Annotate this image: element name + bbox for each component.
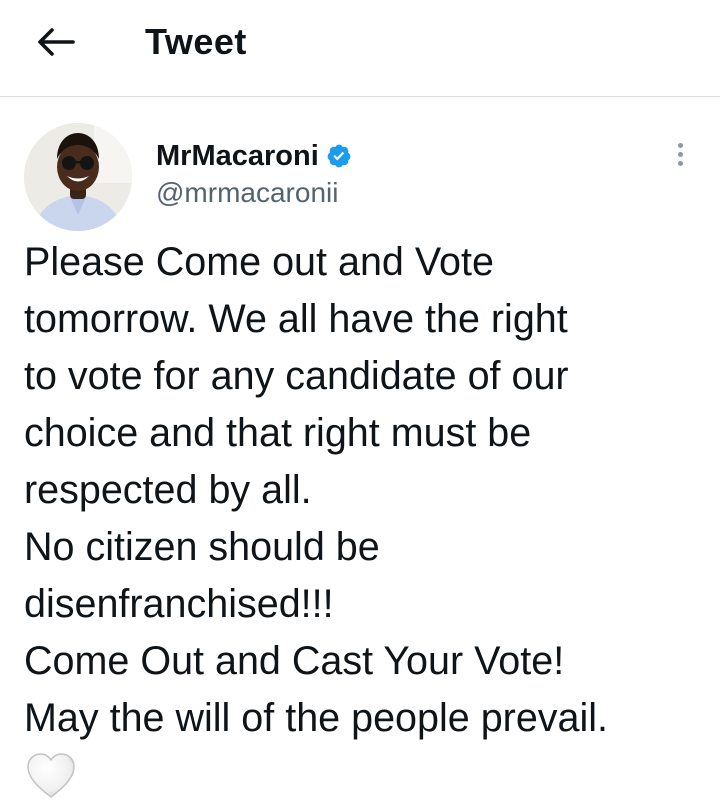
avatar[interactable] [24, 123, 132, 231]
author-handle[interactable]: @mrmacaronii [156, 174, 338, 212]
tweet-text-line: No citizen should be [24, 525, 380, 569]
tweet-text-line: Please Come out and Vote [24, 240, 494, 284]
more-vertical-icon-dot [677, 151, 683, 157]
top-app-bar: Tweet [0, 0, 720, 97]
more-vertical-icon-dot [677, 160, 683, 166]
tweet-detail-screen: Tweet MrMacaroni @mrmacaronii Please Com… [0, 0, 720, 807]
page-title: Tweet [145, 21, 247, 62]
avatar-image [24, 123, 132, 231]
more-options-button[interactable] [664, 138, 696, 170]
back-button[interactable] [30, 20, 82, 64]
verified-badge-icon [327, 144, 351, 168]
tweet-text-line: tomorrow. We all have the right [24, 297, 568, 341]
tweet-text-line: to vote for any candidate of our [24, 354, 569, 398]
white-heart-icon [27, 753, 75, 798]
tweet-text-line: respected by all. [24, 468, 312, 512]
author-row: MrMacaroni [156, 137, 352, 175]
author-display-name[interactable]: MrMacaroni [156, 137, 319, 175]
tweet-text-line: disenfranchised!!! [24, 582, 334, 626]
tweet-text: Please Come out and Vote tomorrow. We al… [24, 234, 700, 747]
arrow-left-icon [38, 28, 75, 56]
tweet-text-line: Come Out and Cast Your Vote! [24, 639, 565, 683]
more-vertical-icon-dot [677, 142, 683, 148]
tweet-text-line: choice and that right must be [24, 411, 532, 455]
tweet-text-line: May the will of the people prevail. [24, 696, 609, 740]
